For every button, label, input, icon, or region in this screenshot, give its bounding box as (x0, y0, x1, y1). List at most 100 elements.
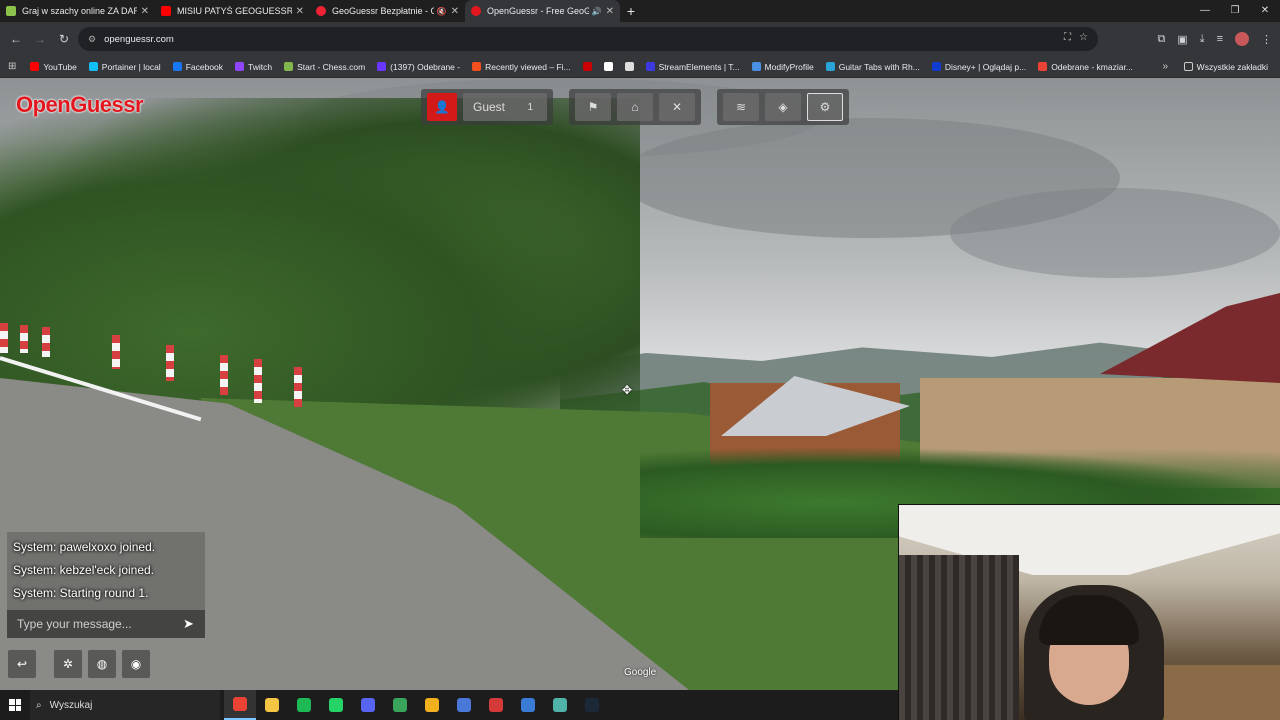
close-tab-icon[interactable]: ✕ (451, 6, 459, 17)
close-tab-icon[interactable]: ✕ (606, 6, 614, 17)
chat-message: System: Starting round 1. (13, 586, 149, 600)
settings-gear-icon-button[interactable]: ⚙ (807, 93, 843, 121)
browser-tab-3[interactable]: GeoGuessr Bezpłatnie - Ge 🔇 ✕ (310, 0, 465, 22)
taskbar-app-app-blue[interactable] (448, 690, 480, 720)
bookmark-label: Recently viewed – Fi... (485, 61, 571, 72)
bookmark-item[interactable]: Facebook (172, 61, 224, 72)
bookmark-label: Twitch (248, 61, 273, 72)
layers-icon-button[interactable]: ≋ (723, 93, 759, 121)
bookmark-item[interactable] (582, 62, 596, 71)
close-tab-icon[interactable]: ✕ (141, 6, 149, 17)
return-icon-button[interactable]: ↩ (8, 650, 36, 678)
bookmark-item[interactable]: Disney+ | Oglądaj p... (931, 61, 1027, 72)
bookmark-label: Facebook (185, 61, 224, 72)
lock-icon-button[interactable]: ⌂ (617, 93, 653, 121)
minimize-icon[interactable]: — (1190, 0, 1220, 22)
spotify-icon (297, 698, 311, 712)
more-bookmarks-icon[interactable]: » (1162, 61, 1168, 72)
bug-icon-button[interactable]: ✲ (54, 650, 82, 678)
discord-icon-button[interactable]: ◍ (88, 650, 116, 678)
close-window-icon[interactable]: ✕ (1250, 0, 1280, 22)
player-name-field[interactable]: Guest 1 (463, 93, 547, 121)
chat-message: System: kebzel'eck joined. (13, 563, 155, 577)
chrome-icon (233, 697, 247, 711)
road-post (294, 367, 302, 407)
bookmark-item[interactable]: Guitar Tabs with Rh... (825, 62, 920, 72)
bookmark-item[interactable]: Recently viewed – Fi... (472, 62, 571, 72)
extensions-icon[interactable]: ⧉ (1157, 33, 1165, 46)
map-layers-icon-button[interactable]: ◈ (765, 93, 801, 121)
reddit-icon-button[interactable]: ◉ (122, 650, 150, 678)
menu-icon[interactable]: ⋮ (1261, 33, 1272, 46)
apps-grid-icon[interactable]: ⊞ (8, 61, 16, 72)
road-post (112, 335, 120, 369)
send-icon-button[interactable]: ➤ (172, 610, 205, 638)
new-tab-button[interactable]: + (620, 0, 642, 22)
location-pin-icon (316, 6, 326, 16)
taskbar-app-chrome[interactable] (224, 690, 256, 720)
openguessr-logo[interactable]: OpenGuessr (16, 92, 144, 118)
webcam-overlay (898, 504, 1280, 720)
bookmarks-bar: ⊞ YouTube Portainer | local Facebook Twitch… (0, 56, 1280, 78)
taskbar-app-whatsapp[interactable] (320, 690, 352, 720)
bookmark-item[interactable]: Portainer | local (88, 61, 161, 72)
bookmark-favicon-icon (582, 62, 592, 71)
taskbar-app-app-teal[interactable] (544, 690, 576, 720)
taskbar-app-discord[interactable] (352, 690, 384, 720)
taskbar-app-app-green[interactable] (384, 690, 416, 720)
bookmark-item[interactable]: ModifyProfile (751, 62, 814, 72)
reload-icon[interactable]: ↻ (52, 32, 76, 46)
user-icon-button[interactable]: 👤 (427, 93, 457, 121)
sound-icon[interactable]: 🔊 (592, 7, 602, 16)
all-bookmarks-folder[interactable]: Wszystkie zakładki (1183, 62, 1268, 72)
bookmark-favicon-icon (472, 62, 482, 71)
taskbar-app-explorer[interactable] (256, 690, 288, 720)
download-icon[interactable]: ⤓ (1200, 33, 1205, 46)
bookmark-favicon-icon (284, 62, 294, 71)
swords-icon-button[interactable]: ✕ (659, 93, 695, 121)
explorer-icon (265, 698, 279, 712)
bookmark-item[interactable]: Odebrane - kmaziar... (1038, 62, 1133, 72)
bookmark-item[interactable]: Twitch (235, 62, 272, 72)
taskbar-app-app-yellow[interactable] (416, 690, 448, 720)
translate-icon[interactable]: ⛶ (1064, 32, 1071, 43)
bookmark-item[interactable]: Start - Chess.com (284, 62, 365, 72)
bookmark-item[interactable] (624, 62, 638, 71)
player-controls: 👤 Guest 1 (421, 89, 553, 125)
taskbar-app-app-red[interactable] (480, 690, 512, 720)
folder-icon (1183, 62, 1193, 71)
bookmark-favicon-icon (825, 62, 835, 71)
media-icon[interactable]: ≡ (1217, 33, 1223, 45)
app-download-icon (521, 698, 535, 712)
taskbar-app-steam[interactable] (576, 690, 608, 720)
profile-avatar[interactable] (1235, 32, 1249, 46)
back-icon[interactable]: ← (4, 32, 28, 46)
taskbar-app-spotify[interactable] (288, 690, 320, 720)
bookmark-label: StreamElements | T... (658, 61, 740, 72)
browser-tab-2[interactable]: MISIU PATYŚ GEOGUESSR - You ✕ (155, 0, 310, 22)
side-panel-icon[interactable]: ▣ (1177, 33, 1187, 46)
chat-input[interactable] (7, 610, 172, 638)
bookmark-item[interactable] (603, 62, 617, 71)
bookmark-item[interactable]: YouTube (30, 62, 77, 72)
taskbar-search-label: Wyszukaj (49, 699, 93, 711)
address-bar[interactable]: ⚙ openguessr.com ⛶ ☆ (78, 27, 1098, 51)
site-info-icon[interactable]: ⚙ (88, 34, 96, 45)
bottom-controls: ↩ ✲ ◍ ◉ (8, 650, 150, 678)
bookmark-star-icon[interactable]: ☆ (1079, 32, 1088, 43)
bookmark-item[interactable]: (1397) Odebrane - (377, 62, 460, 72)
taskbar-search[interactable]: ⌕ Wyszukaj (30, 690, 220, 720)
bookmark-label: Portainer | local (101, 61, 161, 72)
bookmark-item[interactable]: StreamElements | T... (645, 61, 740, 72)
forward-icon[interactable]: → (28, 32, 52, 46)
close-tab-icon[interactable]: ✕ (296, 6, 304, 17)
start-button[interactable] (0, 690, 30, 720)
muted-icon[interactable]: 🔇 (437, 7, 447, 16)
multiplayer-icon-button[interactable]: ⚑ (575, 93, 611, 121)
browser-tab-1[interactable]: Graj w szachy online ZA DARMO ✕ (0, 0, 155, 22)
bookmark-label: Disney+ | Oglądaj p... (944, 61, 1027, 72)
restore-icon[interactable]: ❐ (1220, 0, 1250, 22)
browser-tab-4[interactable]: OpenGuessr - Free GeoGue 🔊 ✕ (465, 0, 620, 22)
game-mode-controls: ⚑ ⌂ ✕ (569, 89, 701, 125)
taskbar-app-app-download[interactable] (512, 690, 544, 720)
